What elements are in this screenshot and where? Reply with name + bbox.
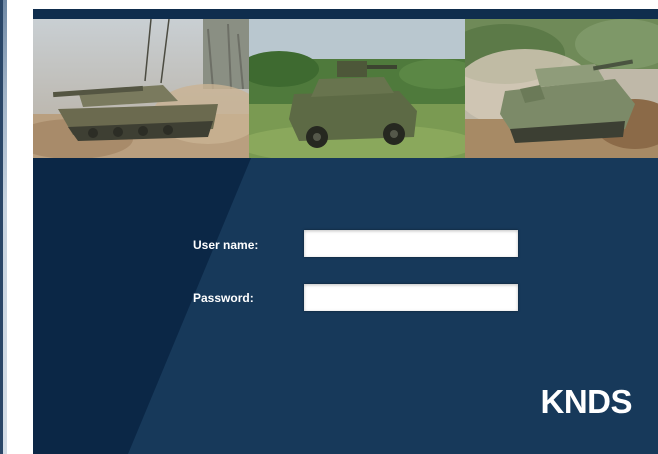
password-label: Password:	[193, 291, 254, 305]
background-window-border	[0, 0, 3, 454]
password-input[interactable]	[304, 284, 518, 311]
username-input[interactable]	[304, 230, 518, 257]
login-panel: User name: Password: KNDS	[33, 9, 658, 454]
username-label: User name:	[193, 238, 259, 252]
knds-logo: KNDS	[540, 383, 632, 420]
